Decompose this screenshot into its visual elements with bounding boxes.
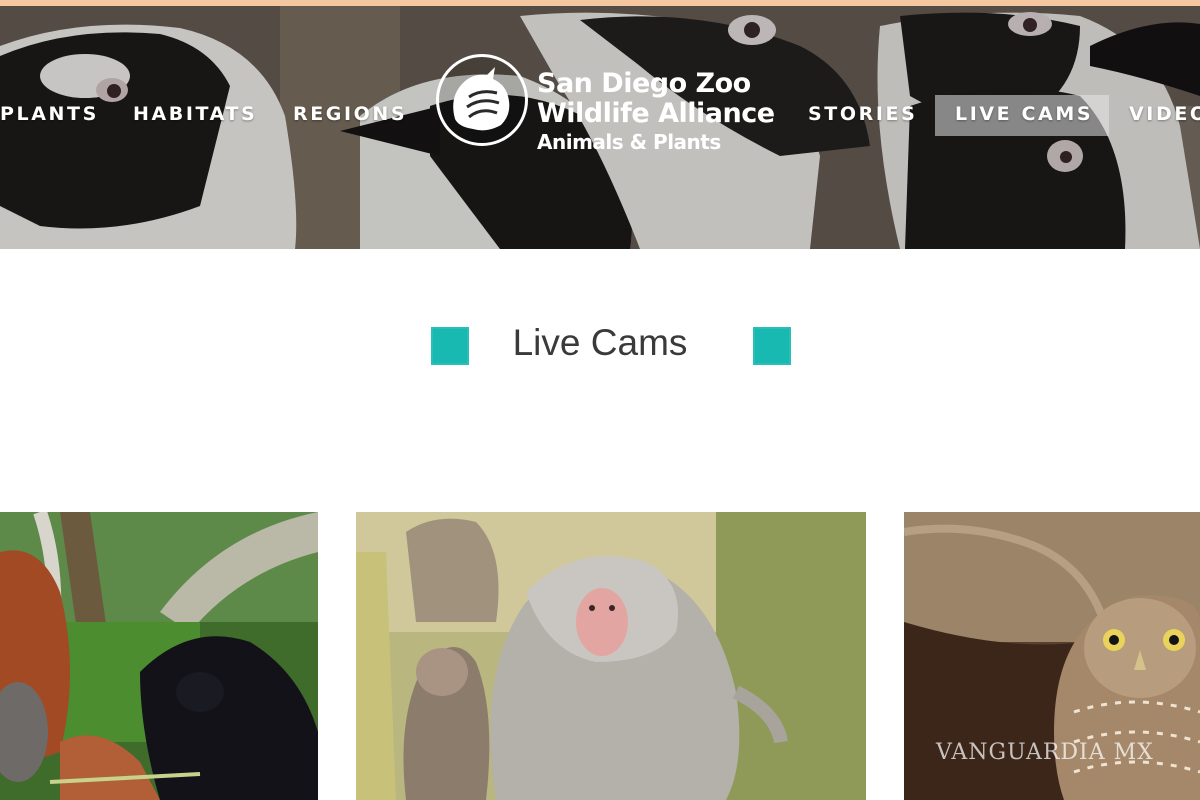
nav-item-stories[interactable]: STORIES xyxy=(808,103,917,125)
baboons-photo xyxy=(356,512,866,800)
live-cam-card-baboons[interactable] xyxy=(356,512,866,800)
hero-banner: PLANTS HABITATS REGIONS STORIES LIVE CAM… xyxy=(0,6,1200,249)
logo-emblem[interactable] xyxy=(436,54,528,146)
nav-item-habitats[interactable]: HABITATS xyxy=(133,103,257,125)
nav-item-regions[interactable]: REGIONS xyxy=(293,103,407,125)
apes-photo xyxy=(0,512,318,800)
logo-subtitle[interactable]: Animals & Plants xyxy=(537,130,721,154)
live-cam-card-apes[interactable] xyxy=(0,512,318,800)
nav-item-video[interactable]: VIDEO xyxy=(1129,103,1200,125)
title-decoration-right xyxy=(753,327,791,365)
section-title: Live Cams xyxy=(512,322,688,363)
nav-item-live-cams[interactable]: LIVE CAMS xyxy=(955,103,1093,125)
nav-item-plants[interactable]: PLANTS xyxy=(0,103,99,125)
logo-title-line2[interactable]: Wildlife Alliance xyxy=(537,98,775,129)
lion-emblem-icon xyxy=(453,67,510,131)
vanguardia-watermark: VANGUARDIA MX xyxy=(936,740,1154,765)
logo-title-line1[interactable]: San Diego Zoo xyxy=(537,68,751,99)
